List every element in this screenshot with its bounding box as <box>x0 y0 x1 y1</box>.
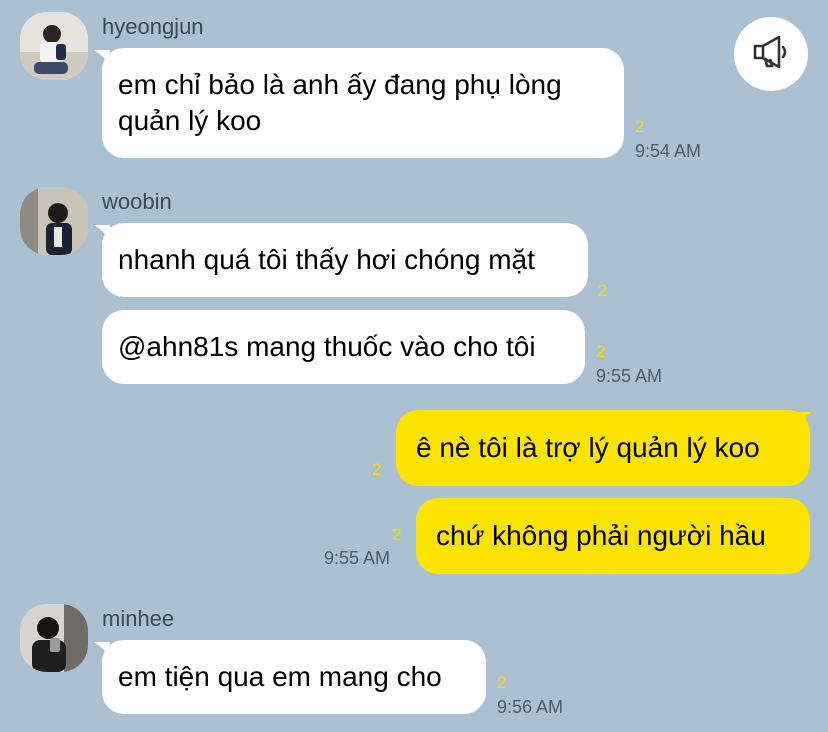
unread-count: 2 <box>497 673 507 692</box>
unread-count: 2 <box>392 525 402 544</box>
message-text: em chỉ bảo là anh ấy đang phụ lòng <box>118 69 562 100</box>
unread-count: 2 <box>635 117 645 136</box>
message-bubble[interactable]: em tiện qua em mang cho <box>102 640 486 714</box>
message-text: ê nè tôi là trợ lý quản lý koo <box>416 432 760 463</box>
message-text: chứ không phải người hầu <box>436 520 766 551</box>
message-time: 9:56 AM <box>497 697 564 717</box>
notice-button[interactable] <box>734 17 808 91</box>
unread-count: 2 <box>372 460 382 479</box>
message-text: quản lý koo <box>118 105 262 136</box>
message-time: 9:55 AM <box>324 548 391 568</box>
megaphone-icon <box>751 32 791 77</box>
message-bubble[interactable]: em chỉ bảo là anh ấy đang phụ lòng quản … <box>102 48 624 158</box>
message-bubble[interactable]: @ahn81s mang thuốc vào cho tôi <box>102 310 585 384</box>
message-text: @ahn81s mang thuốc vào cho tôi <box>118 331 536 362</box>
message-text: nhanh quá tôi thấy hơi chóng mặt <box>118 244 535 275</box>
avatar-minhee[interactable] <box>20 604 88 672</box>
message-bubble[interactable]: nhanh quá tôi thấy hơi chóng mặt <box>102 223 588 297</box>
avatar-hyeongjun[interactable] <box>20 12 88 80</box>
sender-name: woobin <box>102 189 172 214</box>
sender-name: hyeongjun <box>102 14 204 39</box>
message-time: 9:55 AM <box>596 366 663 386</box>
message-bubble[interactable]: ê nè tôi là trợ lý quản lý koo <box>396 410 810 486</box>
unread-count: 2 <box>596 342 606 361</box>
unread-count: 2 <box>598 281 608 300</box>
message-bubble[interactable]: chứ không phải người hầu <box>416 498 810 574</box>
sender-name: minhee <box>102 606 175 631</box>
avatar-woobin[interactable] <box>20 187 88 255</box>
message-time: 9:54 AM <box>635 141 702 161</box>
message-text: em tiện qua em mang cho <box>118 661 442 692</box>
